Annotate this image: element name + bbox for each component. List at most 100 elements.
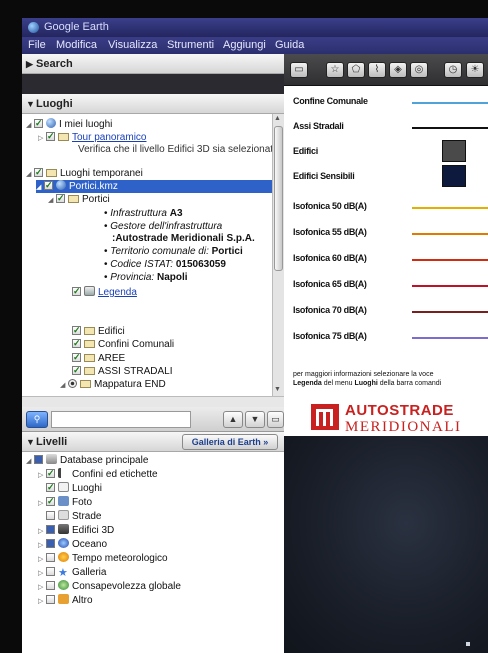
checkbox[interactable] bbox=[46, 581, 55, 590]
search-panel-header[interactable]: ▶ Search bbox=[22, 54, 284, 74]
window-titlebar[interactable]: Google Earth bbox=[22, 18, 488, 37]
tree-item-portici[interactable]: ◢ Portici bbox=[48, 192, 110, 207]
tree-item-temp-places[interactable]: ◢ Luoghi temporanei bbox=[26, 166, 143, 181]
layer-item-strade[interactable]: Strade bbox=[46, 510, 101, 523]
sidebar-toggle-button[interactable]: ▭ bbox=[290, 62, 308, 78]
expand-triangle-icon[interactable]: ▷ bbox=[38, 567, 46, 580]
places-horizontal-scrollbar[interactable] bbox=[22, 396, 284, 407]
checkbox[interactable] bbox=[34, 117, 43, 130]
menu-modifica[interactable]: Modifica bbox=[56, 37, 97, 54]
places-vertical-scrollbar[interactable]: ▲ ▼ bbox=[272, 114, 284, 396]
layer-item-luoghi[interactable]: Luoghi bbox=[46, 481, 102, 495]
collapse-arrow-icon: ▼ bbox=[26, 437, 35, 447]
info-value: A3 bbox=[169, 208, 183, 219]
layer-item-oceano[interactable]: ▷ Oceano bbox=[38, 538, 107, 551]
layer-item-database[interactable]: ◢ Database principale bbox=[26, 454, 148, 467]
checkbox-partial[interactable] bbox=[46, 539, 55, 548]
checkbox[interactable] bbox=[44, 179, 53, 192]
add-overlay-button[interactable]: ◈ bbox=[389, 62, 407, 78]
menu-guida[interactable]: Guida bbox=[275, 37, 304, 54]
add-polygon-button[interactable]: ⬠ bbox=[347, 62, 365, 78]
layer-item-confini[interactable]: ▷ Confini ed etichette bbox=[38, 467, 158, 482]
expand-triangle-icon[interactable]: ▷ bbox=[38, 497, 46, 510]
sun-icon: ☀ bbox=[470, 64, 480, 75]
move-up-button[interactable]: ▲ bbox=[223, 411, 243, 428]
checkbox[interactable] bbox=[46, 595, 55, 604]
expand-triangle-icon[interactable]: ▷ bbox=[38, 553, 46, 566]
add-placemark-button[interactable]: ☆ bbox=[326, 62, 344, 78]
legend-note-bold: Legenda bbox=[293, 380, 322, 387]
menu-file[interactable]: File bbox=[28, 37, 46, 54]
layer-item-meteo[interactable]: ▷ Tempo meteorologico bbox=[38, 552, 168, 565]
checkbox[interactable] bbox=[72, 324, 81, 337]
expand-triangle-icon[interactable]: ▷ bbox=[38, 469, 46, 482]
legenda-link[interactable]: Legenda bbox=[98, 287, 137, 298]
places-tree: ◢ I miei luoghi ▷ Tour panoramico Verifica… bbox=[22, 114, 272, 396]
checkbox[interactable] bbox=[46, 481, 55, 494]
map-viewport[interactable]: ▭ ☆ ⬠ ⌇ ◈ ◎ ◷ ☀ Confine Comunale Assi Str… bbox=[284, 54, 488, 653]
expand-triangle-icon[interactable]: ▷ bbox=[38, 132, 46, 145]
collapse-triangle-icon[interactable]: ◢ bbox=[26, 168, 34, 181]
info-label: Territorio comunale di: bbox=[110, 246, 209, 257]
checkbox[interactable] bbox=[46, 495, 55, 508]
add-path-button[interactable]: ⌇ bbox=[368, 62, 386, 78]
checkbox[interactable] bbox=[46, 553, 55, 562]
expand-triangle-icon[interactable]: ▷ bbox=[38, 525, 46, 538]
checkbox[interactable] bbox=[56, 192, 65, 205]
legend-note-text: del menu bbox=[321, 380, 355, 387]
move-down-button[interactable]: ▼ bbox=[245, 411, 265, 428]
collapse-triangle-icon[interactable]: ◢ bbox=[26, 455, 34, 468]
tree-item-assi[interactable]: ASSI STRADALI bbox=[72, 364, 172, 378]
expand-triangle-icon[interactable]: ▷ bbox=[38, 581, 46, 594]
map-marker-dot[interactable] bbox=[466, 642, 470, 646]
tree-item-legenda[interactable]: Legenda bbox=[72, 285, 137, 299]
tree-item-kmz-selected[interactable]: ◢ Portici.kmz bbox=[36, 179, 272, 194]
scrollbar-thumb[interactable] bbox=[274, 126, 283, 271]
tour-link[interactable]: Tour panoramico bbox=[72, 132, 146, 143]
checkbox[interactable] bbox=[46, 467, 55, 480]
checkbox[interactable] bbox=[46, 130, 55, 143]
layer-item-foto[interactable]: ▷ Foto bbox=[38, 495, 92, 510]
layer-item-altro[interactable]: ▷ Altro bbox=[38, 594, 93, 607]
checkbox[interactable] bbox=[34, 166, 43, 179]
collapse-triangle-icon[interactable]: ◢ bbox=[60, 379, 68, 392]
checkbox[interactable] bbox=[72, 351, 81, 364]
folder-icon bbox=[68, 195, 79, 203]
checkbox[interactable] bbox=[72, 285, 81, 298]
sun-button[interactable]: ☀ bbox=[466, 62, 484, 78]
collapse-triangle-icon[interactable]: ◢ bbox=[48, 194, 56, 207]
historical-imagery-button[interactable]: ◷ bbox=[444, 62, 462, 78]
menu-strumenti[interactable]: Strumenti bbox=[167, 37, 214, 54]
tree-item-confini[interactable]: Confini Comunali bbox=[72, 337, 174, 351]
checkbox-partial[interactable] bbox=[46, 525, 55, 534]
places-filter-input[interactable] bbox=[51, 411, 191, 428]
checkbox-partial[interactable] bbox=[34, 455, 43, 464]
scroll-down-arrow-icon[interactable]: ▼ bbox=[274, 386, 281, 393]
menu-visualizza[interactable]: Visualizza bbox=[108, 37, 157, 54]
scroll-up-arrow-icon[interactable]: ▲ bbox=[274, 115, 281, 122]
view-toggle-button[interactable]: ▭ bbox=[267, 411, 284, 428]
checkbox[interactable] bbox=[72, 337, 81, 350]
earth-3d-view[interactable] bbox=[284, 436, 488, 653]
checkbox[interactable] bbox=[46, 511, 55, 520]
layer-item-galleria[interactable]: ▷ ★ Galleria bbox=[38, 566, 106, 579]
tree-item-my-places[interactable]: ◢ I miei luoghi bbox=[26, 117, 112, 132]
earth-gallery-button[interactable]: Galleria di Earth » bbox=[182, 434, 278, 450]
search-places-button[interactable]: ⚲ bbox=[26, 411, 48, 428]
expand-triangle-icon[interactable]: ▷ bbox=[38, 539, 46, 552]
menu-aggiungi[interactable]: Aggiungi bbox=[223, 37, 266, 54]
collapse-triangle-icon[interactable]: ◢ bbox=[36, 181, 44, 194]
tree-item-mappatura[interactable]: ◢ Mappatura END bbox=[60, 378, 166, 391]
radio-button[interactable] bbox=[68, 379, 77, 388]
checkbox[interactable] bbox=[46, 567, 55, 576]
places-panel-header[interactable]: ▼ Luoghi bbox=[22, 94, 284, 114]
folder-icon bbox=[84, 340, 95, 348]
layers-tree: ◢ Database principale ▷ Confini ed etichet… bbox=[22, 452, 284, 653]
expand-triangle-icon[interactable]: ▷ bbox=[38, 595, 46, 608]
layer-item-consapevolezza[interactable]: ▷ Consapevolezza globale bbox=[38, 580, 181, 593]
record-tour-button[interactable]: ◎ bbox=[410, 62, 428, 78]
layer-item-edifici3d[interactable]: ▷ Edifici 3D bbox=[38, 524, 114, 537]
collapse-triangle-icon[interactable]: ◢ bbox=[26, 119, 34, 132]
checkbox[interactable] bbox=[72, 364, 81, 377]
tree-label: Portici.kmz bbox=[69, 181, 118, 192]
